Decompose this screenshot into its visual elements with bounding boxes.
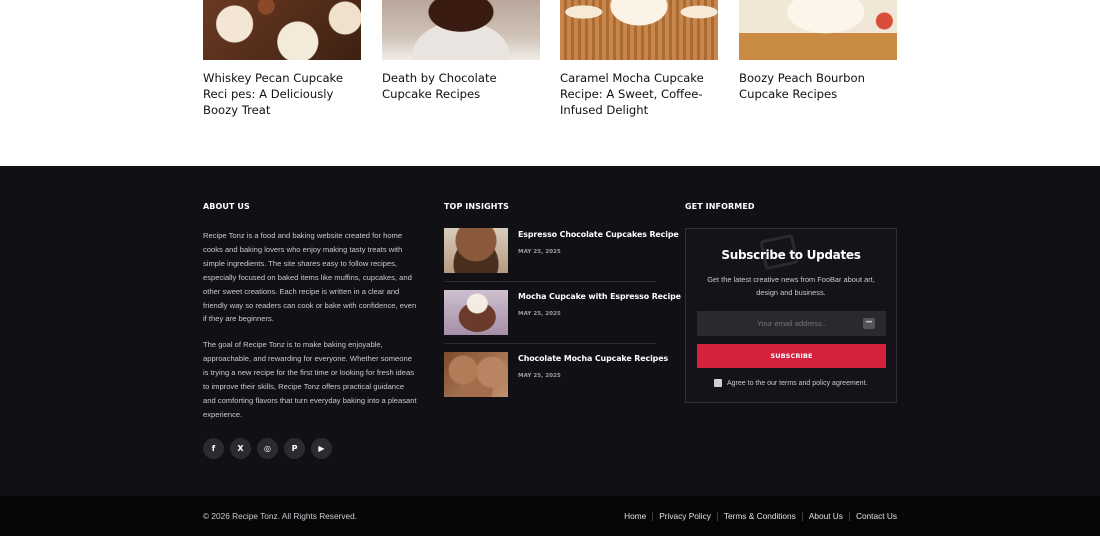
subscribe-title: Subscribe to Updates	[721, 248, 861, 262]
footer-nav: Home Privacy Policy Terms & Conditions A…	[624, 511, 897, 521]
insight-date: MAY 25, 2025	[518, 249, 561, 255]
subscribe-button[interactable]: SUBSCRIBE	[697, 344, 886, 368]
divider	[652, 511, 654, 521]
footer-link-terms[interactable]: Terms & Conditions	[724, 511, 796, 521]
related-card[interactable]: Whiskey Pecan Cupcake Reci pes: A Delici…	[203, 0, 361, 118]
related-card[interactable]: Boozy Peach Bourbon Cupcake Recipes	[739, 0, 897, 102]
email-input[interactable]	[697, 311, 886, 336]
footer-link-contact[interactable]: Contact Us	[856, 511, 897, 521]
pinterest-icon[interactable]: P	[284, 438, 305, 459]
related-title[interactable]: Boozy Peach Bourbon Cupcake Recipes	[739, 70, 897, 102]
agree-checkbox-row[interactable]: Agree to the our terms and policy agreem…	[714, 379, 867, 387]
instagram-icon[interactable]: ◎	[257, 438, 278, 459]
related-title-link[interactable]: Caramel Mocha Cupcake Recipe: A Sweet, C…	[560, 71, 704, 117]
insight-title[interactable]: Chocolate Mocha Cupcake Recipes	[518, 354, 668, 363]
subscribe-description: Get the latest creative news from FooBar…	[707, 275, 875, 297]
related-title-link[interactable]: Whiskey Pecan Cupcake Reci pes: A Delici…	[203, 71, 343, 117]
facebook-icon[interactable]: f	[203, 438, 224, 459]
insight-date: MAY 25, 2025	[518, 373, 561, 379]
insight-date: MAY 25, 2025	[518, 311, 561, 317]
insight-title[interactable]: Espresso Chocolate Cupcakes Recipe	[518, 230, 679, 239]
more-icon: •••	[863, 318, 875, 329]
divider	[444, 281, 656, 282]
related-title-link[interactable]: Death by Chocolate Cupcake Recipes	[382, 71, 497, 101]
related-title[interactable]: Death by Chocolate Cupcake Recipes	[382, 70, 540, 102]
related-thumbnail[interactable]	[203, 0, 361, 60]
related-thumbnail[interactable]	[382, 0, 540, 60]
divider	[444, 343, 656, 344]
insight-item[interactable]: Espresso Chocolate Cupcakes Recipe MAY 2…	[444, 228, 679, 273]
related-title[interactable]: Caramel Mocha Cupcake Recipe: A Sweet, C…	[560, 70, 718, 118]
about-paragraph: Recipe Tonz is a food and baking website…	[203, 231, 417, 324]
copyright: © 2026 Recipe Tonz. All Rights Reserved.	[203, 511, 358, 521]
agree-label: Agree to the our terms and policy agreem…	[727, 379, 868, 387]
insight-item[interactable]: Mocha Cupcake with Espresso Recipe MAY 2…	[444, 290, 681, 335]
divider	[848, 511, 850, 521]
related-card[interactable]: Death by Chocolate Cupcake Recipes	[382, 0, 540, 102]
about-paragraph: The goal of Recipe Tonz is to make bakin…	[203, 340, 417, 419]
divider	[716, 511, 718, 521]
divider	[801, 511, 803, 521]
agree-checkbox[interactable]	[714, 379, 722, 387]
youtube-icon[interactable]: ▶	[311, 438, 332, 459]
footer-link-home[interactable]: Home	[624, 511, 646, 521]
subscribe-box: Subscribe to Updates Get the latest crea…	[685, 228, 897, 403]
related-thumbnail[interactable]	[739, 0, 897, 60]
insight-title[interactable]: Mocha Cupcake with Espresso Recipe	[518, 292, 681, 301]
about-heading: ABOUT US	[203, 202, 250, 211]
insights-heading: TOP INSIGHTS	[444, 202, 509, 211]
x-icon[interactable]: X	[230, 438, 251, 459]
footer-link-about[interactable]: About Us	[809, 511, 843, 521]
informed-heading: GET INFORMED	[685, 202, 755, 211]
insight-thumbnail[interactable]	[444, 290, 508, 335]
insight-item[interactable]: Chocolate Mocha Cupcake Recipes MAY 25, …	[444, 352, 668, 397]
related-title-link[interactable]: Boozy Peach Bourbon Cupcake Recipes	[739, 71, 865, 101]
insight-thumbnail[interactable]	[444, 228, 508, 273]
bottom-bar: © 2026 Recipe Tonz. All Rights Reserved.…	[0, 496, 1100, 536]
related-thumbnail[interactable]	[560, 0, 718, 60]
footer: ABOUT US Recipe Tonz is a food and bakin…	[0, 166, 1100, 496]
related-title[interactable]: Whiskey Pecan Cupcake Reci pes: A Delici…	[203, 70, 361, 118]
insight-thumbnail[interactable]	[444, 352, 508, 397]
footer-link-privacy[interactable]: Privacy Policy	[659, 511, 711, 521]
related-card[interactable]: Caramel Mocha Cupcake Recipe: A Sweet, C…	[560, 0, 718, 118]
related-posts: Whiskey Pecan Cupcake Reci pes: A Delici…	[203, 0, 897, 166]
social-links: f X ◎ P ▶	[203, 438, 332, 459]
